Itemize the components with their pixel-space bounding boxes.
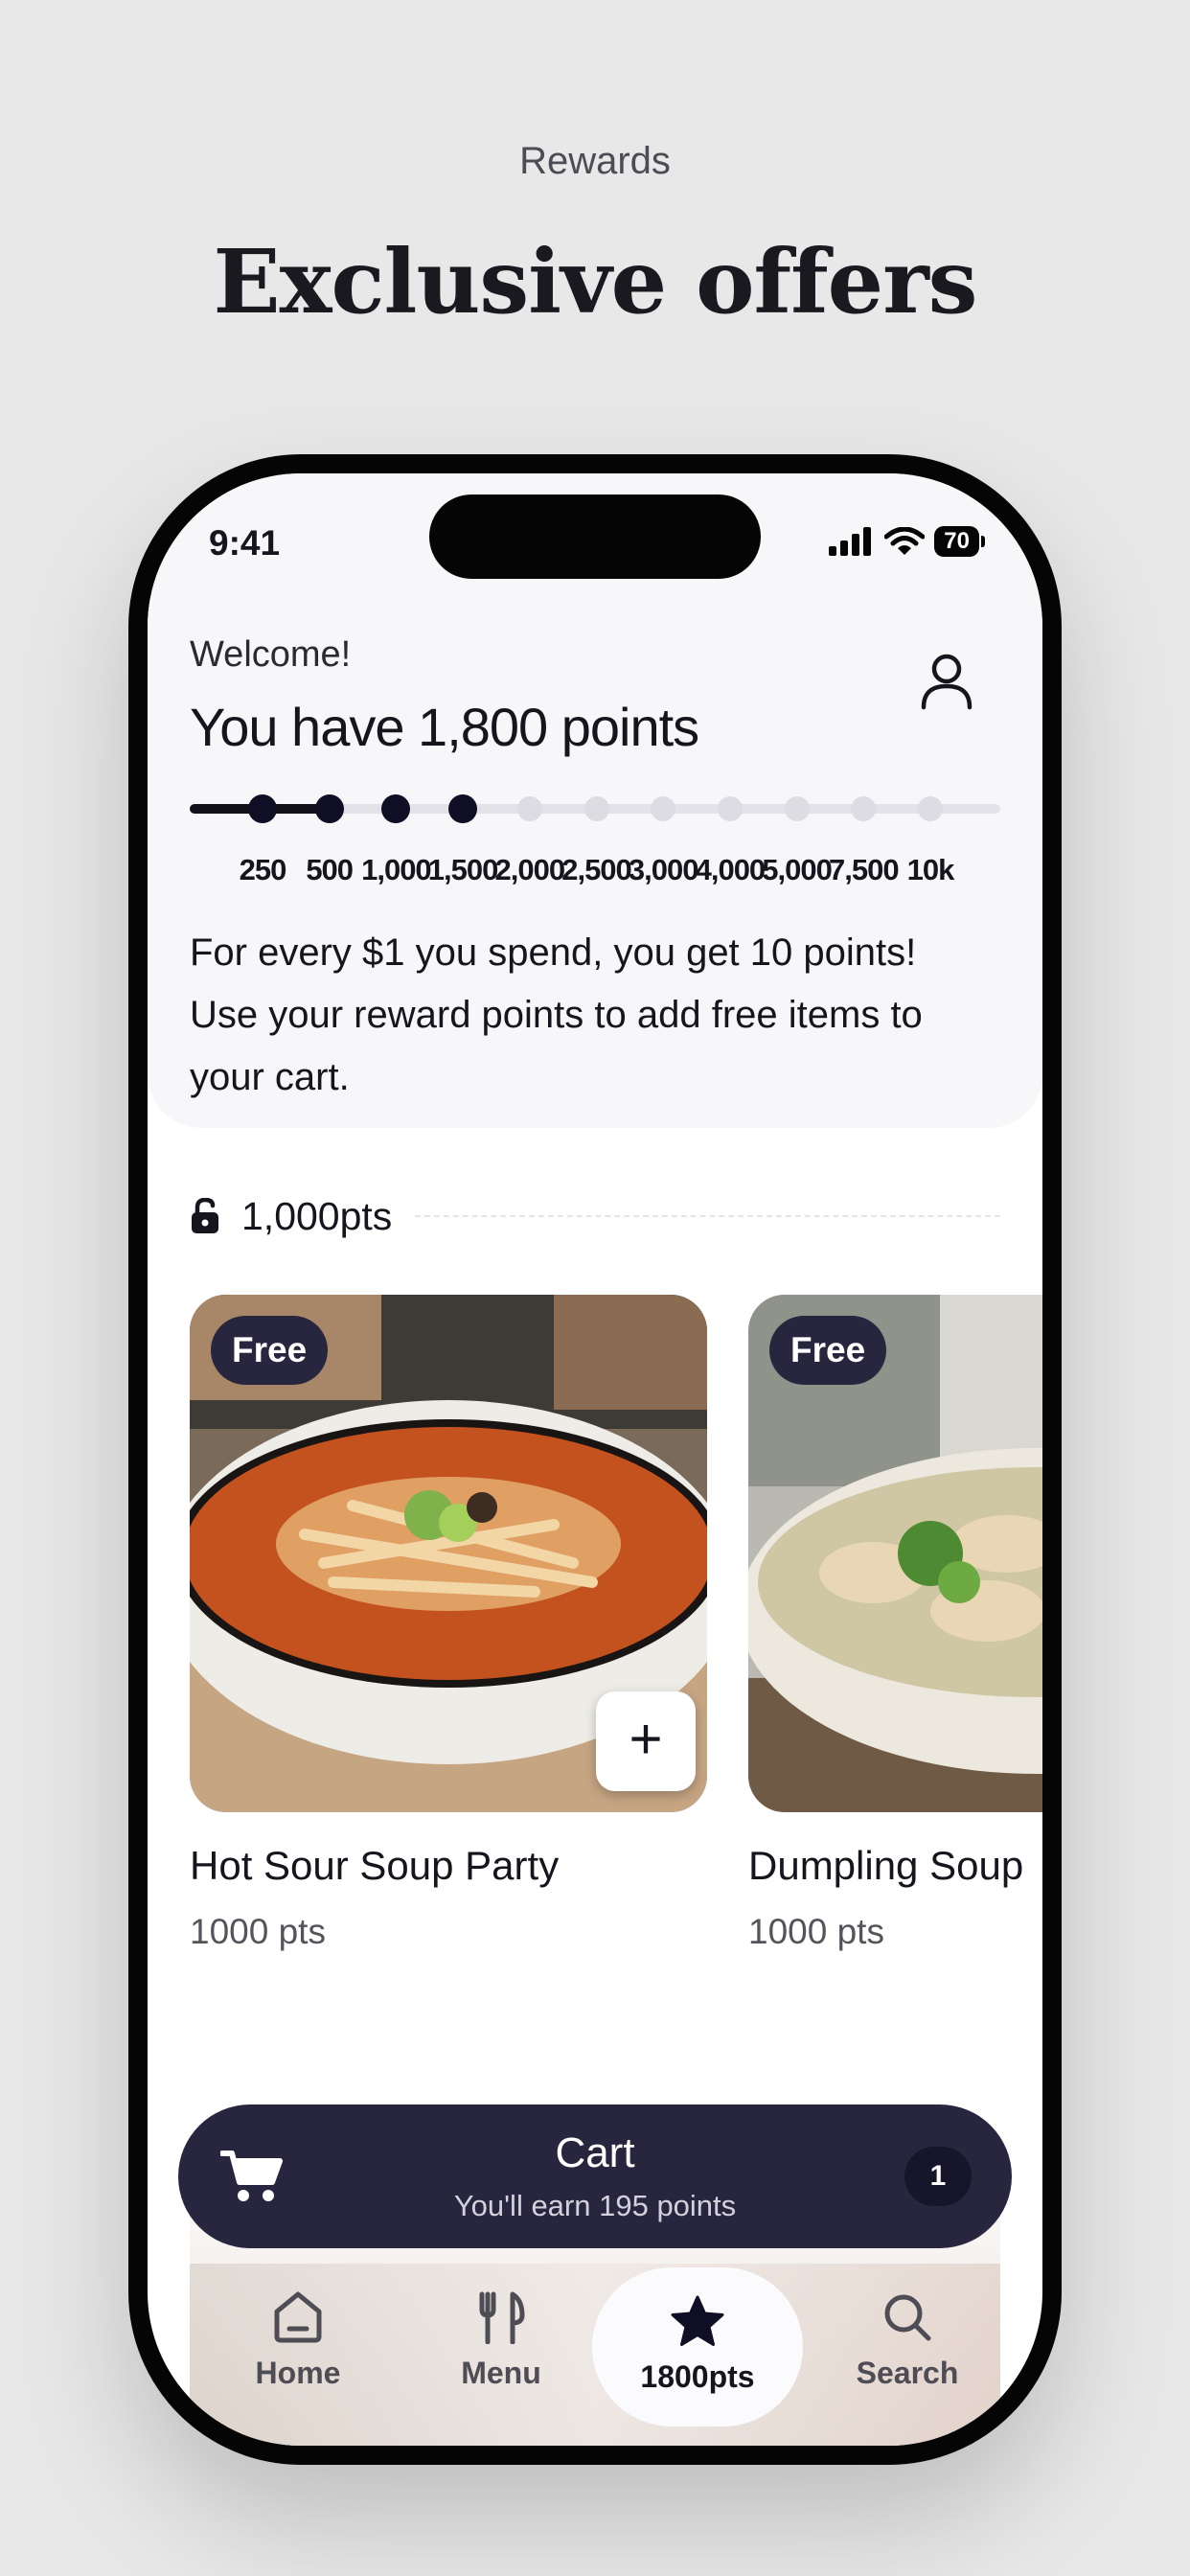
milestone-dot bbox=[516, 796, 542, 821]
free-badge: Free bbox=[211, 1316, 329, 1385]
star-icon bbox=[671, 2295, 724, 2346]
cart-earn-points: You'll earn 195 points bbox=[453, 2189, 737, 2222]
milestone-dot bbox=[381, 794, 411, 823]
welcome-text: Welcome! bbox=[190, 634, 352, 675]
milestone-dot bbox=[248, 794, 277, 823]
milestone-dot bbox=[314, 794, 344, 823]
tier-header: 1,000pts bbox=[190, 1192, 1000, 1240]
milestone-label: 1,000 bbox=[361, 853, 432, 886]
milestone-label: 5,000 bbox=[762, 853, 833, 886]
reward-item-card[interactable]: Free Dumpling Soup 1000 pts bbox=[748, 1295, 1042, 1951]
tier-label: 1,000pts bbox=[241, 1193, 393, 1238]
user-profile-icon[interactable] bbox=[916, 650, 977, 711]
rewards-header: 9:41 70 Welcome! You have 1,800 points 2… bbox=[148, 473, 1042, 1128]
free-badge: Free bbox=[769, 1316, 887, 1385]
tab-search[interactable]: Search bbox=[816, 2290, 998, 2391]
cellular-signal-icon bbox=[829, 527, 872, 556]
item-image: Free + bbox=[190, 1295, 707, 1812]
milestone-dot bbox=[851, 796, 877, 821]
points-progress-track bbox=[190, 794, 1000, 823]
search-icon bbox=[884, 2294, 931, 2341]
status-icons: 70 bbox=[829, 525, 985, 558]
tab-bar: Home Menu 1800pts Search bbox=[190, 2264, 1000, 2446]
item-image: Free bbox=[748, 1295, 1042, 1812]
page-kicker: Rewards bbox=[519, 140, 671, 182]
item-points: 1000 pts bbox=[748, 1912, 884, 1951]
milestone-label: 250 bbox=[239, 853, 287, 886]
tab-label: Home bbox=[255, 2356, 341, 2390]
add-to-cart-button[interactable]: + bbox=[596, 1691, 696, 1791]
tab-label: Search bbox=[856, 2356, 959, 2390]
tab-label: Menu bbox=[461, 2356, 541, 2390]
tab-rewards[interactable]: 1800pts bbox=[592, 2267, 803, 2426]
milestone-label: 2,000 bbox=[494, 853, 566, 886]
tab-menu[interactable]: Menu bbox=[410, 2290, 592, 2391]
status-bar: 9:41 70 bbox=[148, 473, 1042, 617]
points-balance-title: You have 1,800 points bbox=[190, 697, 699, 757]
item-points: 1000 pts bbox=[190, 1912, 326, 1951]
milestone-label: 2,500 bbox=[561, 853, 632, 886]
milestone-label: 7,500 bbox=[829, 853, 900, 886]
milestone-label: 500 bbox=[306, 853, 354, 886]
reward-item-card[interactable]: Free + Hot Sour Soup Party 1000 pts bbox=[190, 1295, 707, 1951]
tier-divider bbox=[415, 1215, 1000, 1217]
tab-label: 1800pts bbox=[640, 2359, 755, 2394]
milestone-dot bbox=[584, 796, 609, 821]
cart-bar[interactable]: Cart You'll earn 195 points 1 bbox=[178, 2104, 1012, 2248]
utensils-icon bbox=[479, 2291, 525, 2344]
unlock-icon bbox=[192, 1198, 218, 1233]
milestone-dot bbox=[448, 794, 478, 823]
page-headline: Exclusive offers bbox=[213, 230, 978, 334]
cart-count-badge: 1 bbox=[904, 2147, 972, 2206]
home-icon bbox=[274, 2291, 322, 2343]
milestone-label: 4,000 bbox=[695, 853, 767, 886]
milestone-dot bbox=[651, 796, 676, 821]
milestone-label: 10k bbox=[906, 853, 955, 886]
status-time: 9:41 bbox=[209, 523, 281, 563]
milestone-label: 1,500 bbox=[427, 853, 499, 886]
battery-indicator: 70 bbox=[934, 526, 985, 557]
milestone-label: 3,000 bbox=[628, 853, 699, 886]
tab-home[interactable]: Home bbox=[207, 2290, 389, 2391]
dynamic-island bbox=[429, 494, 761, 579]
milestone-dot bbox=[918, 796, 943, 821]
item-name: Hot Sour Soup Party bbox=[190, 1843, 560, 1888]
item-name: Dumpling Soup bbox=[748, 1843, 1024, 1888]
milestone-dot bbox=[717, 796, 743, 821]
wifi-icon bbox=[884, 527, 926, 555]
phone-screen: 9:41 70 Welcome! You have 1,800 points 2… bbox=[148, 473, 1042, 2446]
cart-title: Cart bbox=[555, 2129, 635, 2176]
milestone-dot bbox=[784, 796, 810, 821]
rewards-info-text: For every $1 you spend, you get 10 point… bbox=[190, 932, 923, 1098]
